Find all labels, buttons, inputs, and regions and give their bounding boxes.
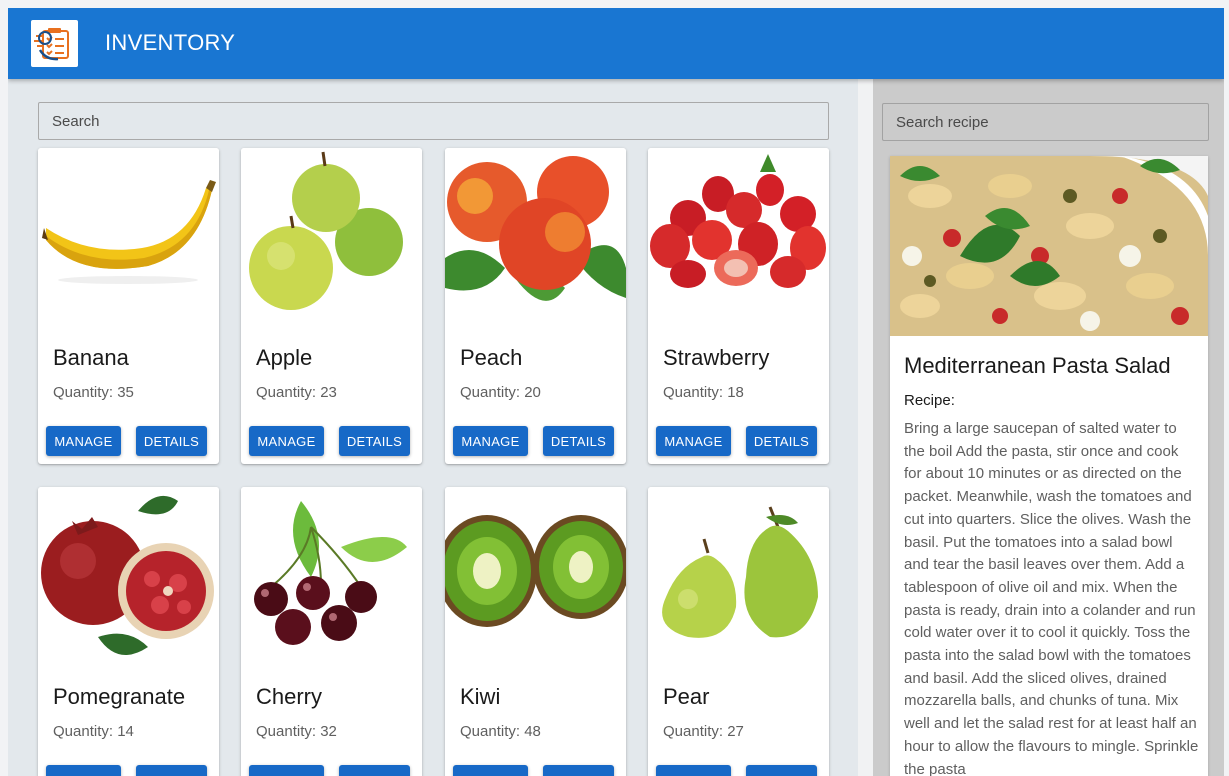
apple-image <box>241 148 422 328</box>
recipe-label: Recipe: <box>904 392 955 409</box>
manage-button[interactable]: MANAGE <box>453 765 528 776</box>
details-button[interactable]: DETAILS <box>746 765 817 776</box>
recipe-panel: Mediterranean Pasta Salad Recipe: Bring … <box>873 79 1224 776</box>
recipe-title: Mediterranean Pasta Salad <box>904 353 1171 378</box>
recipe-card: Mediterranean Pasta Salad Recipe: Bring … <box>890 156 1208 776</box>
details-button[interactable]: DETAILS <box>136 765 207 776</box>
product-card-pomegranate: Pomegranate Quantity: 14 MANAGE DETAILS <box>38 487 219 776</box>
top-app-bar: INVENTORY <box>8 8 1224 79</box>
manage-button[interactable]: MANAGE <box>249 765 324 776</box>
peach-image <box>445 148 626 328</box>
details-button[interactable]: DETAILS <box>543 765 614 776</box>
product-quantity: Quantity: 18 <box>663 384 744 401</box>
recipe-search-input[interactable] <box>882 103 1209 141</box>
panel-divider[interactable] <box>858 79 873 776</box>
inventory-panel: Banana Quantity: 35 MANAGE DETAILS Apple… <box>8 79 858 776</box>
recipe-instructions: Bring a large saucepan of salted water t… <box>904 420 1199 776</box>
product-quantity: Quantity: 48 <box>460 723 541 740</box>
product-quantity: Quantity: 23 <box>256 384 337 401</box>
product-quantity: Quantity: 14 <box>53 723 134 740</box>
product-quantity: Quantity: 32 <box>256 723 337 740</box>
product-card-banana: Banana Quantity: 35 MANAGE DETAILS <box>38 148 219 464</box>
product-name: Cherry <box>256 684 323 709</box>
details-button[interactable]: DETAILS <box>339 765 410 776</box>
product-quantity: Quantity: 20 <box>460 384 541 401</box>
product-quantity: Quantity: 35 <box>53 384 134 401</box>
product-name: Strawberry <box>663 345 770 370</box>
strawberry-image <box>648 148 829 328</box>
manage-button[interactable]: MANAGE <box>656 426 731 456</box>
manage-button[interactable]: MANAGE <box>453 426 528 456</box>
cherry-image <box>241 487 422 667</box>
app-logo[interactable] <box>31 20 78 67</box>
banana-image <box>38 148 219 328</box>
pear-image <box>648 487 829 667</box>
product-card-strawberry: Strawberry Quantity: 18 MANAGE DETAILS <box>648 148 829 464</box>
product-quantity: Quantity: 27 <box>663 723 744 740</box>
product-card-cherry: Cherry Quantity: 32 MANAGE DETAILS <box>241 487 422 776</box>
details-button[interactable]: DETAILS <box>339 426 410 456</box>
search-input[interactable] <box>38 102 829 140</box>
kiwi-image <box>445 487 626 667</box>
product-card-kiwi: Kiwi Quantity: 48 MANAGE DETAILS <box>445 487 626 776</box>
product-name: Peach <box>460 345 523 370</box>
inventory-logo-icon <box>34 28 69 61</box>
manage-button[interactable]: MANAGE <box>46 765 121 776</box>
product-card-peach: Peach Quantity: 20 MANAGE DETAILS <box>445 148 626 464</box>
manage-button[interactable]: MANAGE <box>249 426 324 456</box>
details-button[interactable]: DETAILS <box>136 426 207 456</box>
product-name: Banana <box>53 345 129 370</box>
pomegranate-image <box>38 487 219 667</box>
product-name: Apple <box>256 345 313 370</box>
product-card-pear: Pear Quantity: 27 MANAGE DETAILS <box>648 487 829 776</box>
details-button[interactable]: DETAILS <box>543 426 614 456</box>
manage-button[interactable]: MANAGE <box>656 765 731 776</box>
details-button[interactable]: DETAILS <box>746 426 817 456</box>
product-name: Pear <box>663 684 710 709</box>
app-title: INVENTORY <box>105 30 236 55</box>
app-frame: INVENTORY Banana Quantity: 35 MANAGE DET… <box>8 8 1224 776</box>
product-name: Kiwi <box>460 684 501 709</box>
manage-button[interactable]: MANAGE <box>46 426 121 456</box>
product-name: Pomegranate <box>53 684 186 709</box>
pasta-salad-image <box>890 156 1208 336</box>
product-card-apple: Apple Quantity: 23 MANAGE DETAILS <box>241 148 422 464</box>
